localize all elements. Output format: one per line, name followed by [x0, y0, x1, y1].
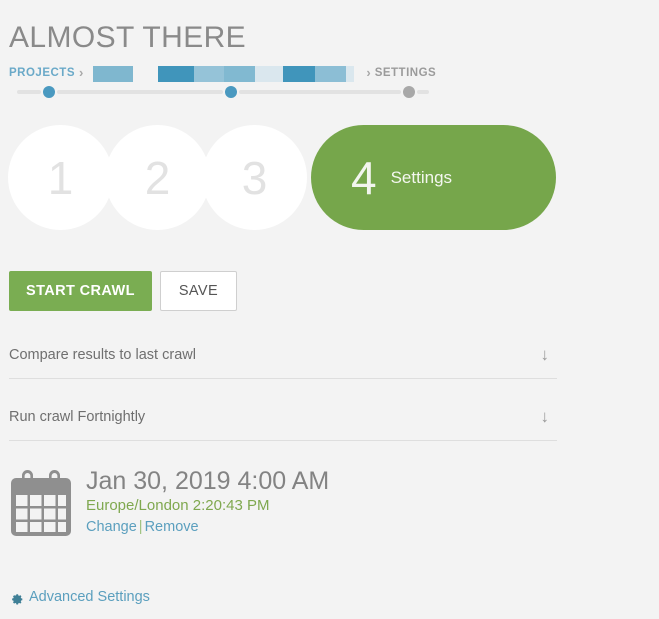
breadcrumb-block-1 — [93, 66, 134, 82]
chevron-right-icon-2: › — [366, 65, 371, 80]
breadcrumb-track-segment-4 — [417, 90, 429, 94]
gear-icon — [9, 590, 24, 605]
step-circle-1[interactable]: 1 — [8, 125, 113, 230]
breadcrumb-block-3 — [194, 66, 225, 82]
breadcrumb-block-2 — [158, 66, 195, 82]
start-crawl-button[interactable]: START CRAWL — [9, 271, 152, 311]
schedule-remove-link[interactable]: Remove — [145, 519, 199, 535]
step-circle-3[interactable]: 3 — [202, 125, 307, 230]
breadcrumb-block-7 — [315, 66, 347, 82]
action-buttons: START CRAWL SAVE — [9, 271, 238, 311]
save-button[interactable]: SAVE — [159, 271, 238, 311]
step-circle-2[interactable]: 2 — [105, 125, 210, 230]
breadcrumb-track-segment-3 — [239, 90, 401, 94]
schedule-text: Jan 30, 2019 4:00 AM Europe/London 2:20:… — [86, 466, 329, 537]
breadcrumb-dot-1[interactable] — [43, 86, 55, 98]
step-active-settings[interactable]: 4 Settings — [311, 125, 556, 230]
breadcrumb-track-segment-1 — [17, 90, 41, 94]
schedule-timezone: Europe/London 2:20:43 PM — [86, 497, 270, 514]
breadcrumb-block-5 — [255, 66, 284, 82]
breadcrumb-block-8 — [346, 66, 355, 82]
breadcrumb-progress-track — [9, 86, 439, 98]
breadcrumb-dot-2[interactable] — [225, 86, 237, 98]
arrow-down-icon-2[interactable]: ↓ — [541, 408, 550, 426]
breadcrumb: PROJECTS › › SETTINGS — [9, 64, 439, 98]
step-indicator: 1 2 3 4 Settings — [8, 125, 556, 230]
page-title: ALMOST THERE — [9, 21, 247, 54]
chevron-right-icon: › — [79, 65, 84, 80]
schedule-date: Jan 30, 2019 4:00 AM — [86, 467, 330, 495]
breadcrumb-link-projects[interactable]: PROJECTS — [9, 64, 75, 82]
schedule-link-separator: | — [138, 519, 143, 535]
breadcrumb-block-4 — [224, 66, 256, 82]
advanced-settings-link[interactable]: Advanced Settings — [9, 588, 150, 606]
option-row-compare-results[interactable]: Compare results to last crawl ↓ — [9, 332, 557, 379]
option-label-run-crawl: Run crawl Fortnightly — [9, 409, 146, 425]
advanced-settings-label: Advanced Settings — [29, 589, 150, 605]
breadcrumb-block-6 — [283, 66, 316, 82]
step-active-number: 4 — [351, 151, 377, 204]
option-label-compare-results: Compare results to last crawl — [9, 347, 196, 363]
breadcrumb-link-settings[interactable]: SETTINGS — [375, 64, 437, 82]
calendar-icon — [10, 469, 72, 537]
arrow-down-icon[interactable]: ↓ — [541, 346, 550, 364]
step-active-label: Settings — [390, 167, 453, 187]
breadcrumb-track-segment-2 — [57, 90, 223, 94]
breadcrumb-dot-3[interactable] — [403, 86, 415, 98]
breadcrumb-progress-blocks — [93, 65, 358, 82]
schedule-change-link[interactable]: Change — [86, 519, 137, 535]
breadcrumb-row: PROJECTS › › SETTINGS — [9, 64, 439, 82]
schedule-block: Jan 30, 2019 4:00 AM Europe/London 2:20:… — [10, 466, 329, 537]
option-row-run-crawl[interactable]: Run crawl Fortnightly ↓ — [9, 394, 557, 441]
schedule-links: Change | Remove — [86, 517, 329, 537]
